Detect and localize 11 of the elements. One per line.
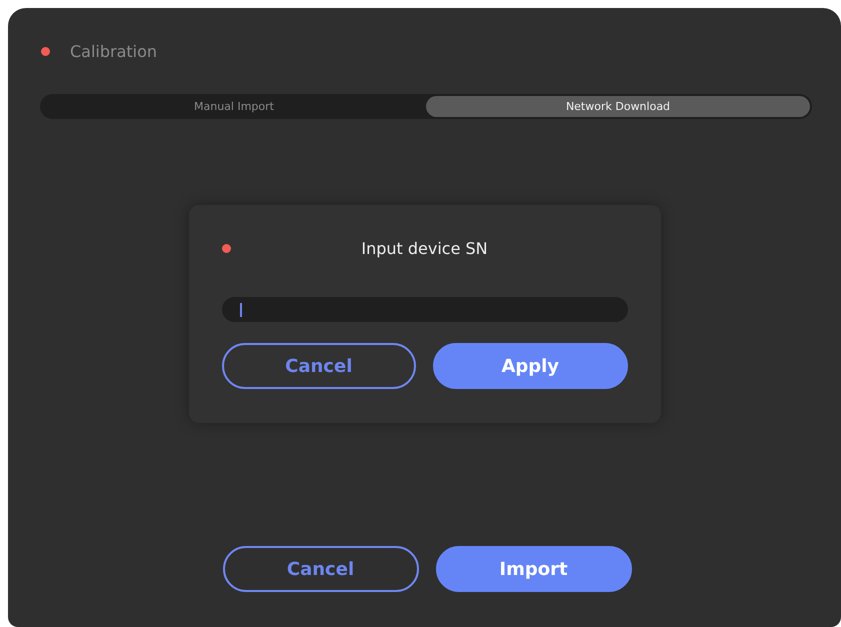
- secondary-button[interactable]: Cancel: [222, 343, 416, 389]
- tab[interactable]: Manual Import: [42, 96, 426, 117]
- primary-button[interactable]: Import: [436, 546, 632, 592]
- dialog-title: Input device SN: [360, 238, 489, 258]
- secondary-button[interactable]: Cancel: [222, 546, 418, 592]
- input-field[interactable]: [222, 297, 628, 322]
- window-title: Calibration: [70, 42, 158, 60]
- primary-button[interactable]: Apply: [433, 343, 628, 389]
- dot-icon: [41, 46, 50, 56]
- dot-icon: [222, 244, 230, 252]
- tab[interactable]: Network Download: [426, 96, 810, 117]
